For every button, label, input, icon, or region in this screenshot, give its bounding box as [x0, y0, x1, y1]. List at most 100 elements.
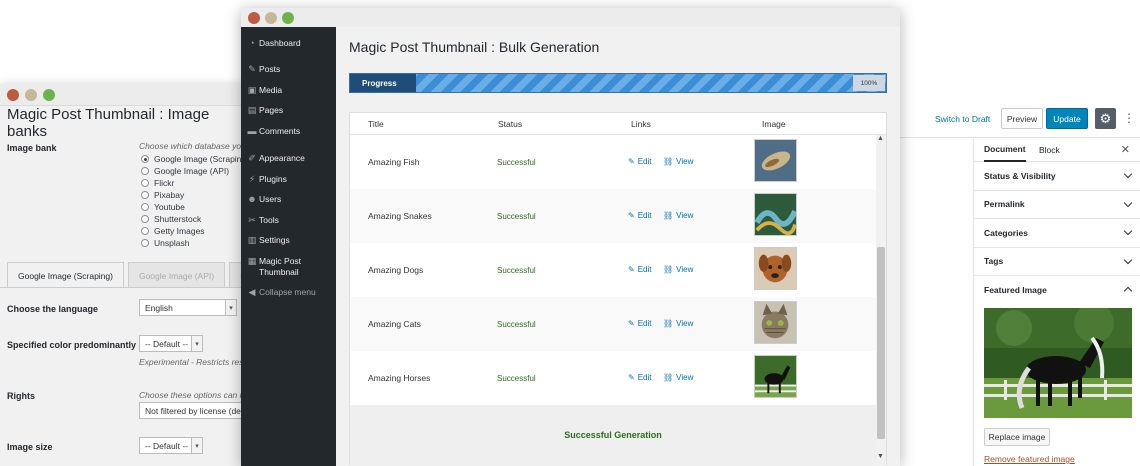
- image-bank-option[interactable]: Youtube: [141, 201, 246, 213]
- rights-select[interactable]: Not filtered by license (def: [139, 402, 250, 419]
- sidebar-item[interactable]: ▬ Comments: [241, 126, 336, 137]
- row-thumbnail[interactable]: [754, 247, 797, 290]
- row-thumbnail[interactable]: [754, 301, 797, 344]
- image-bank-hint: Choose which database yo: [139, 141, 242, 151]
- radio-button[interactable]: [141, 179, 149, 187]
- chevron-down-icon: ▾: [225, 300, 236, 315]
- media-icon: ▣: [247, 85, 257, 95]
- scroll-up-icon[interactable]: ▲: [877, 135, 884, 142]
- sidebar-item[interactable]: ✂ Tools: [241, 215, 336, 226]
- radio-button[interactable]: [141, 167, 149, 175]
- edit-link[interactable]: ✎ Edit: [628, 211, 652, 220]
- update-button[interactable]: Update: [1046, 108, 1088, 129]
- row-status: Successful: [497, 158, 536, 167]
- size-value: -- Default --: [145, 440, 188, 451]
- close-icon[interactable]: ✕: [1121, 143, 1130, 156]
- bank-tabs: Google Image (Scraping) Google Image (AP…: [7, 262, 275, 288]
- edit-link[interactable]: ✎ Edit: [628, 157, 652, 166]
- main-content: Magic Post Thumbnail : Bulk Generation P…: [336, 27, 900, 466]
- tab-block[interactable]: Block: [1039, 138, 1060, 162]
- column-status: Status: [498, 119, 523, 129]
- minimize-dot[interactable]: [25, 89, 37, 101]
- row-status: Successful: [497, 212, 536, 221]
- sidebar-item[interactable]: ☻ Users: [241, 194, 336, 205]
- edit-link[interactable]: ✎ Edit: [628, 265, 652, 274]
- radio-button[interactable]: [141, 215, 149, 223]
- panel-tags[interactable]: Tags: [974, 248, 1140, 276]
- view-link[interactable]: ⛓ View: [663, 157, 693, 166]
- radio-button[interactable]: [141, 239, 149, 247]
- size-select[interactable]: -- Default -- ▾: [139, 437, 203, 454]
- table-header: Title Status Links Image: [350, 113, 886, 135]
- pencil-icon: ✎: [628, 319, 635, 328]
- row-thumbnail[interactable]: [754, 355, 797, 398]
- settings-gear-button[interactable]: ⚙: [1095, 108, 1116, 129]
- sidebar-item[interactable]: ✐ Appearance: [241, 153, 336, 164]
- sidebar-item[interactable]: ▤ Pages: [241, 105, 336, 116]
- remove-featured-image-link[interactable]: Remove featured image: [984, 454, 1075, 464]
- preview-button[interactable]: Preview: [1001, 108, 1043, 129]
- close-dot[interactable]: [7, 89, 19, 101]
- sidebar-item-label: Plugins: [259, 174, 287, 184]
- sidebar-item[interactable]: ✎ Posts: [241, 64, 336, 75]
- edit-link[interactable]: ✎ Edit: [628, 319, 652, 328]
- row-status: Successful: [497, 266, 536, 275]
- view-link[interactable]: ⛓ View: [663, 211, 693, 220]
- language-select[interactable]: English ▾: [139, 299, 237, 316]
- row-title: Amazing Dogs: [368, 265, 424, 275]
- sidebar-item[interactable]: ▥ Settings: [241, 235, 336, 246]
- image-bank-option[interactable]: Flickr: [141, 177, 246, 189]
- tab-document[interactable]: Document: [984, 138, 1026, 162]
- edit-link-label: Edit: [637, 265, 652, 274]
- tabs-divider: [0, 287, 250, 288]
- more-options-icon[interactable]: ⋮: [1123, 111, 1135, 125]
- radio-button[interactable]: [141, 155, 149, 163]
- tab-google-scraping[interactable]: Google Image (Scraping): [7, 262, 124, 288]
- view-link[interactable]: ⛓ View: [663, 319, 693, 328]
- language-label: Choose the language: [7, 304, 99, 314]
- rights-hint: Choose these options can n: [139, 390, 245, 400]
- featured-image[interactable]: [984, 308, 1132, 418]
- image-bank-option[interactable]: Pixabay: [141, 189, 246, 201]
- color-select[interactable]: -- Default -- ▾: [139, 335, 203, 352]
- sidebar-item[interactable]: ◀ Collapse menu: [241, 287, 336, 298]
- sidebar-item[interactable]: ◔ Dashboard: [241, 38, 336, 49]
- row-status: Successful: [497, 320, 536, 329]
- chevron-down-icon: [1123, 226, 1133, 236]
- table-scrollbar[interactable]: ▲ ▼: [876, 135, 886, 465]
- panel-categories[interactable]: Categories: [974, 219, 1140, 248]
- image-icon: ▦: [247, 256, 257, 266]
- row-thumbnail[interactable]: [754, 193, 797, 236]
- color-hint: Experimental - Restricts res: [139, 357, 244, 367]
- image-bank-option[interactable]: Getty Images: [141, 225, 246, 237]
- scroll-down-icon[interactable]: ▼: [877, 453, 884, 460]
- radio-button[interactable]: [141, 191, 149, 199]
- image-bank-option[interactable]: Unsplash: [141, 237, 246, 249]
- close-dot[interactable]: [248, 12, 260, 24]
- maximize-dot[interactable]: [43, 89, 55, 101]
- sidebar-item[interactable]: ▦ Magic Post Thumbnail: [241, 256, 336, 278]
- edit-link[interactable]: ✎ Edit: [628, 373, 652, 382]
- switch-to-draft-link[interactable]: Switch to Draft: [935, 114, 990, 124]
- view-link[interactable]: ⛓ View: [663, 265, 693, 274]
- radio-button[interactable]: [141, 203, 149, 211]
- panel-permalink[interactable]: Permalink: [974, 191, 1140, 219]
- panel-featured-image[interactable]: Featured Image: [974, 276, 1140, 305]
- image-bank-option[interactable]: Shutterstock: [141, 213, 246, 225]
- sidebar-item[interactable]: ⚡ Plugins: [241, 174, 336, 185]
- image-bank-option-label: Getty Images: [154, 226, 205, 236]
- panel-status-visibility[interactable]: Status & Visibility: [974, 162, 1140, 191]
- replace-image-button[interactable]: Replace image: [984, 428, 1050, 446]
- maximize-dot[interactable]: [282, 12, 294, 24]
- scroll-thumb[interactable]: [877, 247, 885, 439]
- color-label: Specified color predominantly: [7, 340, 137, 350]
- row-thumbnail[interactable]: [754, 139, 797, 182]
- image-bank-option[interactable]: Google Image (API): [141, 165, 246, 177]
- tab-google-api[interactable]: Google Image (API): [127, 262, 226, 288]
- radio-button[interactable]: [141, 227, 149, 235]
- view-link[interactable]: ⛓ View: [663, 373, 693, 382]
- sidebar-item[interactable]: ▣ Media: [241, 85, 336, 96]
- minimize-dot[interactable]: [265, 12, 277, 24]
- image-bank-option[interactable]: Google Image (Scraping: [141, 153, 246, 165]
- edit-link-label: Edit: [637, 211, 652, 220]
